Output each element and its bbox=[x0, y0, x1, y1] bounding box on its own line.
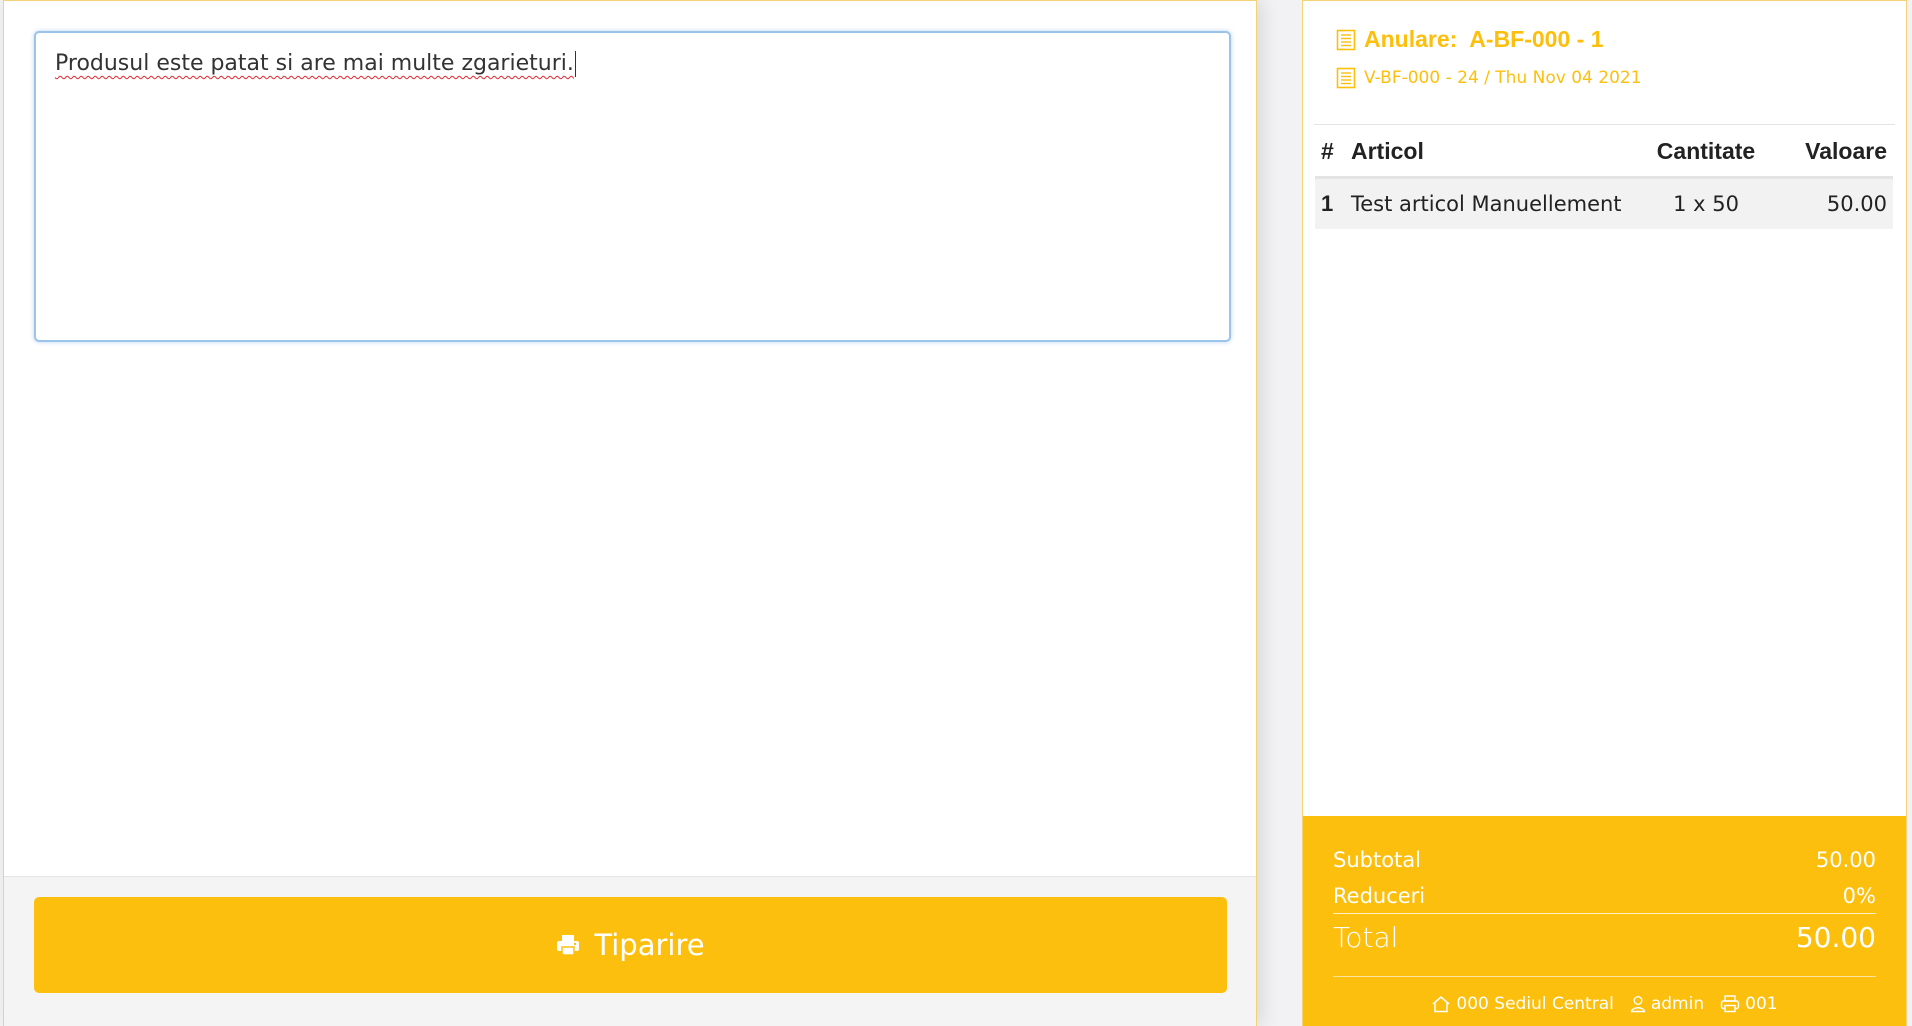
status-divider bbox=[1333, 976, 1876, 977]
receipt-header: Anulare: A-BF-000 - 1 V-BF-000 - 24 / Th… bbox=[1314, 1, 1895, 125]
column-header-item: Articol bbox=[1345, 127, 1631, 179]
row-num: 1 bbox=[1315, 177, 1345, 229]
status-location-text: 000 Sediul Central bbox=[1456, 994, 1614, 1014]
document-number: A-BF-000 - 1 bbox=[1469, 26, 1604, 52]
subtotal-row: Subtotal 50.00 bbox=[1333, 848, 1876, 872]
discount-value: 0% bbox=[1842, 884, 1876, 908]
status-user-text: admin bbox=[1650, 994, 1705, 1014]
receipt-panel: Anulare: A-BF-000 - 1 V-BF-000 - 24 / Th… bbox=[1302, 0, 1907, 1026]
discount-label: Reduceri bbox=[1333, 884, 1426, 908]
print-button-label: Tiparire bbox=[594, 928, 705, 962]
document-icon bbox=[1336, 67, 1356, 89]
totals-panel: Subtotal 50.00 Reduceri 0% Total 50.00 0… bbox=[1303, 816, 1906, 1026]
action-footer: Tiparire bbox=[4, 876, 1256, 1026]
table-row[interactable]: 1 Test articol Manuellement 1 x 50 50.00 bbox=[1315, 177, 1893, 229]
text-caret bbox=[574, 51, 576, 77]
title-prefix: Anulare: bbox=[1364, 26, 1458, 52]
column-header-num: # bbox=[1315, 127, 1345, 179]
print-button[interactable]: Tiparire bbox=[34, 897, 1227, 993]
totals-divider bbox=[1333, 913, 1876, 914]
user-icon bbox=[1630, 995, 1646, 1013]
subtotal-value: 50.00 bbox=[1815, 848, 1876, 872]
column-header-qty: Cantitate bbox=[1631, 127, 1781, 179]
notes-panel: Produsul este patat si are mai multe zga… bbox=[3, 0, 1257, 1026]
printer-icon bbox=[556, 934, 580, 956]
status-location: 000 Sediul Central bbox=[1431, 994, 1614, 1014]
row-value: 50.00 bbox=[1781, 177, 1893, 229]
total-value: 50.00 bbox=[1795, 921, 1876, 954]
column-header-value: Valoare bbox=[1781, 127, 1893, 179]
items-table: # Articol Cantitate Valoare 1 Test artic… bbox=[1315, 127, 1893, 229]
subtotal-label: Subtotal bbox=[1333, 848, 1421, 872]
total-label: Total bbox=[1333, 921, 1399, 954]
notes-text: Produsul este patat si are mai multe zga… bbox=[55, 51, 574, 76]
cancellation-notes-textarea[interactable]: Produsul este patat si are mai multe zga… bbox=[34, 31, 1231, 342]
document-icon bbox=[1336, 29, 1356, 51]
status-bar: 000 Sediul Central admin 001 bbox=[1303, 994, 1906, 1014]
row-qty: 1 x 50 bbox=[1631, 177, 1781, 229]
row-item-name: Test articol Manuellement bbox=[1345, 177, 1631, 229]
home-icon bbox=[1431, 995, 1451, 1013]
table-header-row: # Articol Cantitate Valoare bbox=[1315, 127, 1893, 179]
status-printer: 001 bbox=[1720, 994, 1778, 1014]
source-document-text: V-BF-000 - 24 / Thu Nov 04 2021 bbox=[1364, 68, 1642, 88]
status-user: admin bbox=[1630, 994, 1704, 1014]
total-row: Total 50.00 bbox=[1333, 921, 1876, 954]
discount-row: Reduceri 0% bbox=[1333, 884, 1876, 908]
receipt-title: Anulare: A-BF-000 - 1 bbox=[1336, 26, 1604, 53]
printer-outline-icon bbox=[1720, 995, 1740, 1013]
source-document: V-BF-000 - 24 / Thu Nov 04 2021 bbox=[1336, 67, 1642, 89]
status-printer-text: 001 bbox=[1745, 994, 1778, 1014]
